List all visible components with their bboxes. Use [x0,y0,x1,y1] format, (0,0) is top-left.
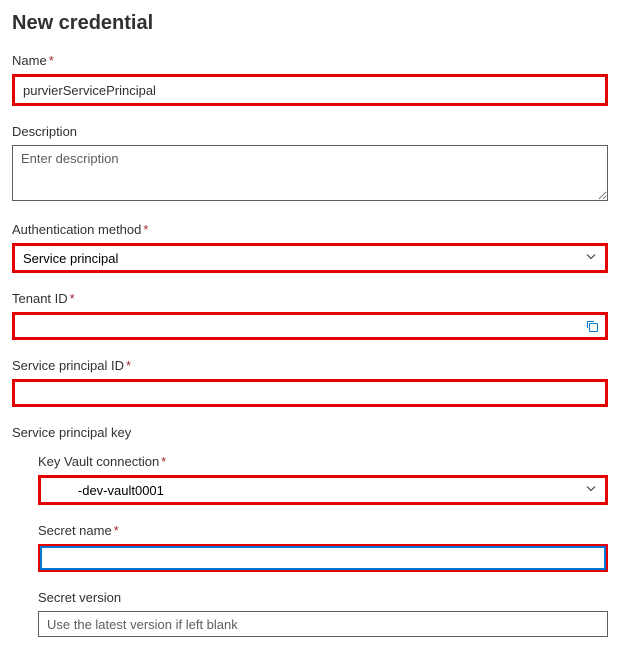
sp-id-input[interactable] [15,382,605,404]
description-label: Description [12,124,608,139]
field-secret-name: Secret name* [12,523,608,572]
required-indicator: * [126,358,131,373]
secret-version-input[interactable] [38,611,608,637]
auth-method-select[interactable]: Service principal [15,246,605,270]
field-kv-connection: Key Vault connection* -dev-vault0001 [12,454,608,505]
kv-connection-value: -dev-vault0001 [49,483,164,498]
field-description: Description [12,124,608,204]
tenant-id-input[interactable] [15,315,605,337]
chevron-down-icon [585,251,597,266]
sp-id-highlight [12,379,608,407]
page-title: New credential [12,12,608,35]
copy-icon[interactable] [585,319,599,333]
secret-version-label: Secret version [38,590,608,605]
required-indicator: * [114,523,119,538]
secret-name-input[interactable] [41,547,605,569]
secret-name-highlight [38,544,608,572]
auth-method-highlight: Service principal [12,243,608,273]
field-name: Name* [12,53,608,106]
required-indicator: * [70,291,75,306]
kv-connection-highlight: -dev-vault0001 [38,475,608,505]
name-input[interactable] [15,77,605,103]
sp-key-section: Key Vault connection* -dev-vault0001 Sec… [12,454,608,637]
field-sp-key: Service principal key [12,425,608,440]
field-auth-method: Authentication method* Service principal [12,222,608,273]
kv-connection-select[interactable]: -dev-vault0001 [41,478,605,502]
secret-name-label: Secret name* [38,523,608,538]
sp-key-label: Service principal key [12,425,608,440]
auth-method-value: Service principal [23,251,118,266]
tenant-id-label: Tenant ID* [12,291,608,306]
auth-method-label: Authentication method* [12,222,608,237]
field-sp-id: Service principal ID* [12,358,608,407]
kv-connection-label: Key Vault connection* [38,454,608,469]
sp-id-label: Service principal ID* [12,358,608,373]
required-indicator: * [143,222,148,237]
required-indicator: * [49,53,54,68]
description-input[interactable] [12,145,608,201]
field-tenant-id: Tenant ID* [12,291,608,340]
name-highlight [12,74,608,106]
field-secret-version: Secret version [12,590,608,637]
name-label: Name* [12,53,608,68]
tenant-id-highlight [12,312,608,340]
chevron-down-icon [585,483,597,498]
required-indicator: * [161,454,166,469]
